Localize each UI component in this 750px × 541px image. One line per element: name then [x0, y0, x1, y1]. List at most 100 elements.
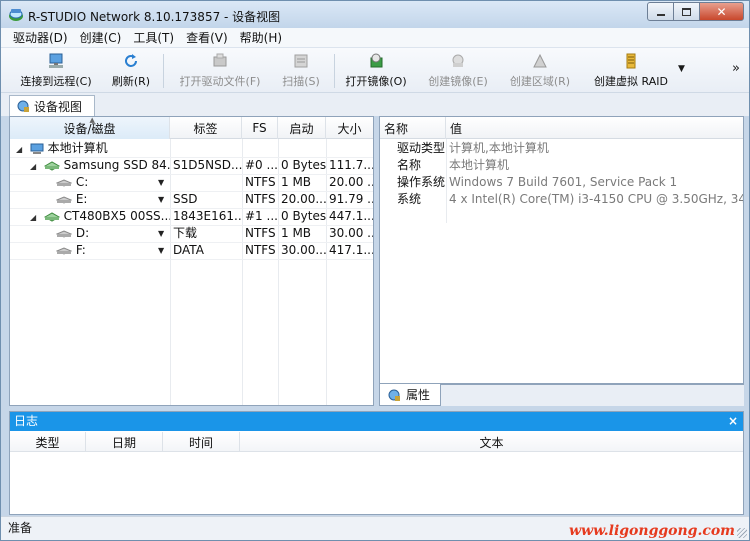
- tab-properties-label: 属性: [406, 388, 431, 402]
- tree-row-partition-d[interactable]: D: 下载 NTFS 1 MB 30.00 ... ▼: [10, 225, 373, 242]
- create-image-label: 创建镜像(E): [428, 75, 488, 88]
- partition-icon: [56, 178, 72, 187]
- open-drive-files-button[interactable]: 打开驱动文件(F): [175, 52, 265, 90]
- tree-row-partition-e[interactable]: E: SSD NTFS 20.00... 91.79 ... ▼: [10, 191, 373, 208]
- device-size: 417.1...: [329, 243, 373, 257]
- property-row[interactable]: 系统 4 x Intel(R) Core(TM) i3-4150 CPU @ 3…: [380, 191, 743, 208]
- log-title-bar: 日志 ×: [10, 412, 743, 431]
- create-region-button[interactable]: 创建区域(R): [507, 52, 573, 90]
- toolbar-overflow[interactable]: »: [732, 61, 740, 76]
- collapse-icon[interactable]: ◢: [30, 209, 40, 225]
- raid-icon: [626, 53, 636, 69]
- tab-device-view-label: 设备视图: [34, 99, 83, 114]
- menu-create[interactable]: 创建(C): [74, 29, 128, 46]
- menu-view[interactable]: 查看(V): [180, 29, 234, 46]
- device-boot: 20.00...: [281, 192, 326, 206]
- maximize-button[interactable]: [673, 2, 700, 21]
- close-button[interactable]: ✕: [699, 2, 744, 21]
- col-device[interactable]: ▲ 设备/磁盘: [10, 116, 170, 139]
- property-value: 本地计算机: [449, 158, 510, 172]
- network-computer-icon: [49, 53, 63, 68]
- collapse-icon[interactable]: ◢: [16, 141, 26, 157]
- raid-dropdown-arrow[interactable]: ▼: [678, 64, 685, 74]
- tree-row-partition-c[interactable]: C: NTFS 1 MB 20.00 ... ▼: [10, 174, 373, 191]
- tree-row-local-computer[interactable]: ◢ 本地计算机: [10, 140, 373, 157]
- open-image-button[interactable]: 打开镜像(O): [344, 52, 408, 90]
- col-log-text-label: 文本: [479, 435, 504, 450]
- col-log-date[interactable]: 日期: [86, 432, 163, 452]
- property-name: 驱动类型: [397, 141, 446, 155]
- device-boot: 0 Bytes: [281, 158, 326, 172]
- col-size[interactable]: 大小: [326, 117, 373, 139]
- resize-grip[interactable]: [737, 528, 747, 538]
- open-image-label: 打开镜像(O): [345, 75, 407, 88]
- device-size: [326, 140, 373, 157]
- collapse-icon[interactable]: ◢: [30, 158, 40, 174]
- computer-icon: [30, 143, 44, 154]
- create-image-icon: [452, 54, 464, 67]
- device-boot: 1 MB: [281, 226, 312, 240]
- view-tab-strip: 设备视图: [1, 93, 749, 116]
- disk-icon: [43, 160, 60, 171]
- property-name: 名称: [397, 158, 422, 172]
- refresh-icon: [125, 54, 137, 67]
- col-fs-label: FS: [252, 121, 267, 135]
- tree-row-disk-crucial[interactable]: ◢ CT480BX5 00SS... 1843E161... #1 ... 0 …: [10, 208, 373, 225]
- device-boot: 1 MB: [281, 175, 312, 189]
- col-label[interactable]: 标签: [170, 117, 242, 139]
- scan-icon: [294, 54, 308, 68]
- col-boot[interactable]: 启动: [278, 117, 326, 139]
- tree-row-partition-f[interactable]: F: DATA NTFS 30.00... 417.1... ▼: [10, 242, 373, 259]
- connect-remote-label: 连接到远程(C): [20, 75, 92, 88]
- sort-up-icon: ▲: [89, 116, 95, 124]
- col-prop-value[interactable]: 值: [446, 117, 743, 139]
- col-fs[interactable]: FS: [242, 117, 278, 139]
- property-row[interactable]: 操作系统 Windows 7 Build 7601, Service Pack …: [380, 174, 743, 191]
- device-label: [170, 140, 242, 157]
- col-prop-name[interactable]: 名称: [380, 117, 446, 139]
- open-drive-files-label: 打开驱动文件(F): [179, 75, 261, 88]
- property-row[interactable]: 驱动类型 计算机,本地计算机: [380, 140, 743, 157]
- col-log-time[interactable]: 时间: [163, 432, 240, 452]
- refresh-button[interactable]: 刷新(R): [109, 52, 153, 90]
- col-log-text[interactable]: 文本: [240, 432, 743, 452]
- row-dropdown-icon[interactable]: ▼: [158, 246, 164, 255]
- tree-row-disk-samsung[interactable]: ◢ Samsung SSD 84... S1D5NSD... #0 ... 0 …: [10, 157, 373, 174]
- log-close-icon[interactable]: ×: [728, 412, 738, 431]
- menu-help[interactable]: 帮助(H): [234, 29, 288, 46]
- watermark-text: www.ligonggong.com: [569, 523, 735, 539]
- tab-device-view[interactable]: 设备视图: [9, 95, 95, 116]
- device-name: D:: [75, 226, 90, 240]
- row-dropdown-icon[interactable]: ▼: [158, 229, 164, 238]
- col-log-type-label: 类型: [35, 435, 60, 450]
- menu-drive[interactable]: 驱动器(D): [7, 29, 74, 46]
- tab-properties[interactable]: 属性: [379, 384, 441, 406]
- create-image-button[interactable]: 创建镜像(E): [426, 52, 490, 90]
- device-size: 447.1...: [329, 209, 373, 223]
- row-dropdown-icon[interactable]: ▼: [158, 178, 164, 187]
- col-log-type[interactable]: 类型: [10, 432, 86, 452]
- col-label-label: 标签: [193, 121, 218, 136]
- col-size-label: 大小: [337, 121, 362, 136]
- row-dropdown-icon[interactable]: ▼: [158, 195, 164, 204]
- toolbar-separator: [334, 54, 335, 88]
- app-window: R-STUDIO Network 8.10.173857 - 设备视图 ✕ 驱动…: [0, 0, 750, 541]
- device-label: DATA: [173, 243, 204, 257]
- device-size: 111.7...: [329, 158, 373, 172]
- device-fs: NTFS: [245, 243, 276, 257]
- device-fs: #1 ...: [245, 209, 278, 223]
- menu-tools[interactable]: 工具(T): [127, 29, 180, 46]
- connect-remote-button[interactable]: 连接到远程(C): [17, 52, 95, 90]
- log-title: 日志: [14, 414, 39, 428]
- partition-icon: [56, 246, 72, 255]
- device-name: C:: [75, 175, 89, 189]
- properties-header: 名称 值: [380, 117, 743, 139]
- create-virtual-raid-button[interactable]: 创建虚拟 RAID: [590, 52, 672, 90]
- status-bar: 准备 www.ligonggong.com: [1, 516, 749, 540]
- scan-button[interactable]: 扫描(S): [280, 52, 322, 90]
- toolbar-separator: [163, 54, 164, 88]
- partition-icon: [56, 195, 72, 204]
- device-name: E:: [75, 192, 88, 206]
- property-row[interactable]: 名称 本地计算机: [380, 157, 743, 174]
- minimize-button[interactable]: [647, 2, 674, 21]
